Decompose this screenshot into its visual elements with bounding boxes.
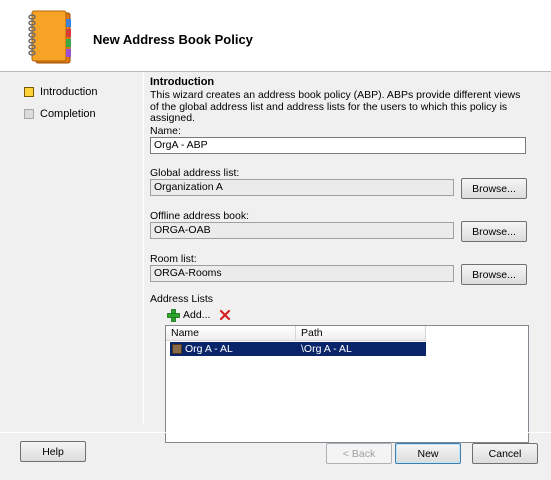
gal-browse-button[interactable]: Browse... bbox=[461, 178, 527, 199]
footer-divider bbox=[0, 432, 551, 433]
address-lists-toolbar: Add... bbox=[167, 307, 231, 323]
name-label: Name: bbox=[150, 125, 181, 137]
table-header: Name Path bbox=[166, 326, 426, 341]
step-introduction[interactable]: Introduction bbox=[24, 81, 97, 103]
address-lists-label: Address Lists bbox=[150, 293, 214, 305]
step-inactive-icon bbox=[24, 109, 34, 119]
column-header-path[interactable]: Path bbox=[296, 326, 426, 341]
room-field: ORGA-Rooms bbox=[150, 265, 454, 282]
gal-label: Global address list: bbox=[150, 167, 240, 179]
page-title: New Address Book Policy bbox=[93, 32, 253, 47]
new-button[interactable]: New bbox=[395, 443, 461, 464]
wizard-steps: Introduction Completion bbox=[24, 81, 97, 125]
gal-field: Organization A bbox=[150, 179, 454, 196]
room-browse-button[interactable]: Browse... bbox=[461, 264, 527, 285]
name-input[interactable]: OrgA - ABP bbox=[150, 137, 526, 154]
row-path: \Org A - AL bbox=[301, 343, 352, 355]
vertical-divider bbox=[143, 72, 144, 424]
oab-browse-button[interactable]: Browse... bbox=[461, 221, 527, 242]
add-icon bbox=[167, 308, 180, 322]
section-title: Introduction bbox=[150, 76, 215, 88]
wizard-window: { "header": { "title": "New Address Book… bbox=[0, 0, 551, 480]
section-description: This wizard creates an address book poli… bbox=[150, 89, 521, 124]
remove-icon[interactable] bbox=[219, 309, 231, 321]
add-button[interactable]: Add... bbox=[167, 308, 211, 322]
step-completion[interactable]: Completion bbox=[24, 103, 97, 125]
oab-field: ORGA-OAB bbox=[150, 222, 454, 239]
cancel-button[interactable]: Cancel bbox=[472, 443, 538, 464]
step-label: Completion bbox=[40, 108, 96, 120]
table-row[interactable]: Org A - AL \Org A - AL bbox=[170, 342, 426, 356]
oab-label: Offline address book: bbox=[150, 210, 250, 222]
wizard-header: New Address Book Policy bbox=[0, 0, 551, 72]
address-book-icon bbox=[28, 10, 71, 64]
back-button[interactable]: < Back bbox=[326, 443, 392, 464]
column-header-name[interactable]: Name bbox=[166, 326, 296, 341]
address-lists-table[interactable]: Name Path Org A - AL \Org A - AL bbox=[165, 325, 529, 443]
room-label: Room list: bbox=[150, 253, 197, 265]
step-label: Introduction bbox=[40, 86, 98, 98]
add-label: Add... bbox=[183, 309, 211, 321]
help-button[interactable]: Help bbox=[20, 441, 86, 462]
row-name: Org A - AL bbox=[185, 343, 233, 355]
address-list-icon bbox=[172, 344, 182, 354]
step-active-icon bbox=[24, 87, 34, 97]
